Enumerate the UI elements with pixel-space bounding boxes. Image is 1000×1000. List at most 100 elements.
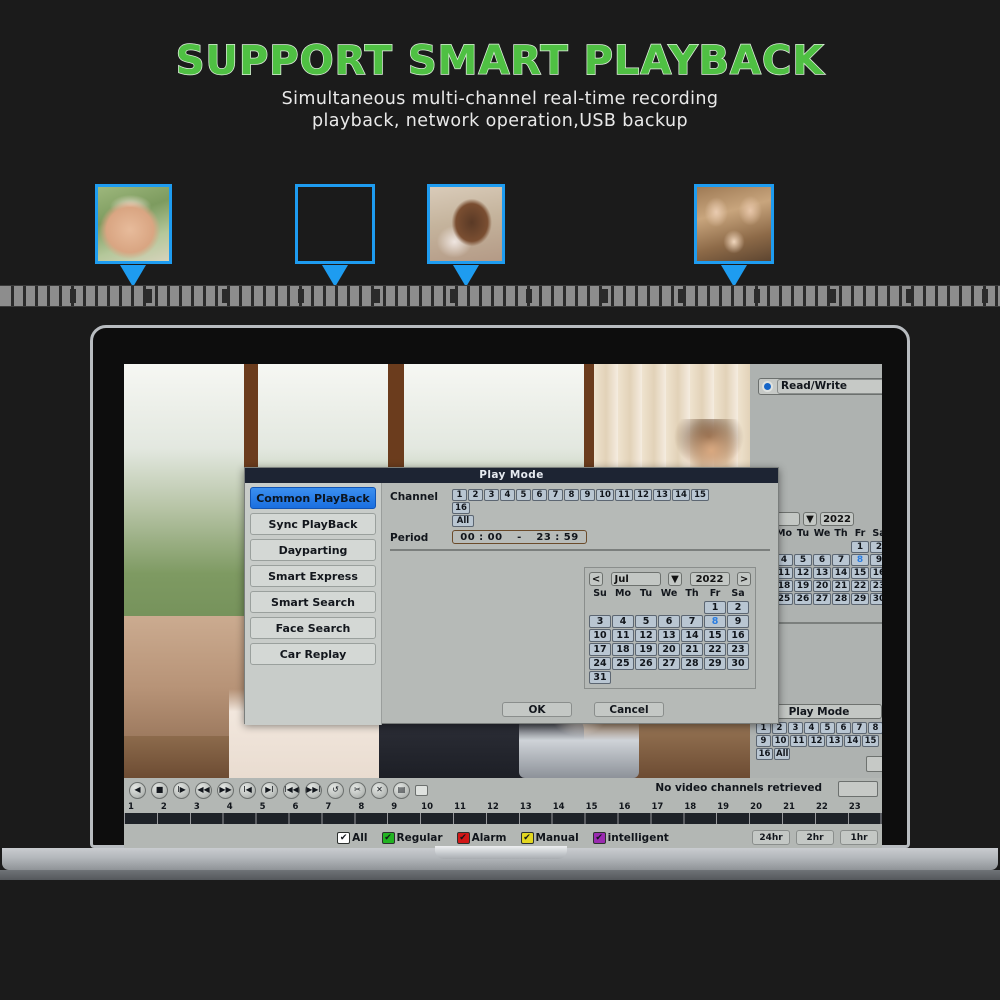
channel-button-10[interactable]: 10	[596, 489, 614, 501]
thumb-child-balloon[interactable]	[295, 184, 375, 264]
date-picker-day-10[interactable]: 10	[589, 629, 611, 642]
side-calendar-day-8[interactable]: 8	[851, 554, 869, 566]
prev-month-button[interactable]: <	[589, 572, 603, 586]
side-calendar-day-14[interactable]: 14	[832, 567, 850, 579]
side-calendar-day-27[interactable]: 27	[813, 593, 831, 605]
date-picker-day-16[interactable]: 16	[727, 629, 749, 642]
play-reverse-button[interactable]: ◀	[129, 781, 146, 799]
playback-mode-smart-search[interactable]: Smart Search	[250, 591, 376, 613]
date-picker-day-8[interactable]: 8	[704, 615, 726, 628]
legend-checkbox-manual[interactable]: ✔	[520, 832, 534, 844]
side-channel-button-8[interactable]: 8	[868, 722, 882, 734]
side-calendar-day-22[interactable]: 22	[851, 580, 869, 592]
side-channel-button-3[interactable]: 3	[788, 722, 803, 734]
legend-checkbox-all[interactable]: ✔	[337, 832, 351, 844]
legend-checkbox-intelligent[interactable]: ✔	[592, 832, 606, 844]
legend-item-intelligent[interactable]: ✔ intelligent	[592, 832, 669, 844]
next-frame-button[interactable]: ▶I	[261, 781, 278, 799]
rewind-button[interactable]: ◀◀	[195, 781, 212, 799]
date-picker-day-11[interactable]: 11	[612, 629, 634, 642]
thumb-elderly-man[interactable]	[95, 184, 172, 264]
channel-button-15[interactable]: 15	[691, 489, 709, 501]
side-calendar-day-6[interactable]: 6	[813, 554, 831, 566]
date-picker-day-30[interactable]: 30	[727, 657, 749, 670]
channel-button-11[interactable]: 11	[615, 489, 633, 501]
side-channel-all-button[interactable]: All	[774, 748, 791, 760]
channel-button-4[interactable]: 4	[500, 489, 515, 501]
side-channel-button-6[interactable]: 6	[836, 722, 851, 734]
month-dropdown-chevron-down-icon[interactable]: ▼	[668, 572, 682, 586]
side-calendar-day-30[interactable]: 30	[870, 593, 882, 605]
status-extra-box[interactable]	[838, 781, 878, 797]
timeline-track[interactable]	[124, 813, 882, 824]
date-picker-day-21[interactable]: 21	[681, 643, 703, 656]
side-channel-button-15[interactable]: 15	[862, 735, 879, 747]
channel-button-6[interactable]: 6	[532, 489, 547, 501]
period-input[interactable]: 00 : 00 - 23 : 59	[452, 530, 587, 544]
timeline-zoom-24hr[interactable]: 24hr	[752, 830, 790, 845]
previous-file-button[interactable]: I◀◀	[283, 781, 300, 799]
loop-button[interactable]: ↺	[327, 781, 344, 799]
channel-button-12[interactable]: 12	[634, 489, 652, 501]
date-picker-day-6[interactable]: 6	[658, 615, 680, 628]
side-calendar-day-19[interactable]: 19	[794, 580, 812, 592]
date-picker-day-5[interactable]: 5	[635, 615, 657, 628]
clip-button[interactable]: ✂	[349, 781, 366, 799]
side-calendar-year[interactable]: 2022	[820, 512, 854, 526]
fast-forward-button[interactable]: ▶▶	[217, 781, 234, 799]
date-picker-day-18[interactable]: 18	[612, 643, 634, 656]
channel-button-16[interactable]: 16	[452, 502, 470, 514]
side-calendar-day-21[interactable]: 21	[832, 580, 850, 592]
side-calendar-day-23[interactable]: 23	[870, 580, 882, 592]
next-month-button[interactable]: >	[737, 572, 751, 586]
channel-button-2[interactable]: 2	[468, 489, 483, 501]
channel-all-button[interactable]: All	[452, 515, 474, 527]
close-clip-button[interactable]: ✕	[371, 781, 388, 799]
side-channel-grid[interactable]: 1 2 3 4 5 6 7 8 9 10 11 12 13 14 15 16 All	[756, 722, 882, 760]
date-picker-month[interactable]: Jul	[610, 572, 661, 586]
date-picker-day-26[interactable]: 26	[635, 657, 657, 670]
side-calendar-day-2[interactable]: 2	[870, 541, 882, 553]
next-file-button[interactable]: ▶▶I	[305, 781, 322, 799]
thumb-girl-profile[interactable]	[427, 184, 505, 264]
date-picker-day-2[interactable]: 2	[727, 601, 749, 614]
playback-mode-smart-express[interactable]: Smart Express	[250, 565, 376, 587]
stop-button[interactable]: ■	[151, 781, 168, 799]
side-channel-button-16[interactable]: 16	[756, 748, 773, 760]
slow-forward-button[interactable]: I▶	[173, 781, 190, 799]
channel-button-7[interactable]: 7	[548, 489, 563, 501]
channel-button-9[interactable]: 9	[580, 489, 595, 501]
legend-item-regular[interactable]: ✔ Regular	[381, 832, 443, 844]
channel-button-1[interactable]: 1	[452, 489, 467, 501]
side-calendar-day-26[interactable]: 26	[794, 593, 812, 605]
date-picker-day-14[interactable]: 14	[681, 629, 703, 642]
date-picker-year[interactable]: 2022	[689, 572, 730, 586]
side-calendar-day-28[interactable]: 28	[832, 593, 850, 605]
channel-button-grid[interactable]: 1 2 3 4 5 6 7 8 9 10 11 12 13 14 15 16	[452, 489, 720, 514]
save-button[interactable]: ▤	[393, 781, 410, 799]
timeline[interactable]: 1 2 3 4 5 6 7 8 9 10 11 12 13 14 15 16 17 18 19 20 21 22 23	[124, 802, 882, 828]
side-channel-button-10[interactable]: 10	[772, 735, 789, 747]
legend-checkbox-regular[interactable]: ✔	[381, 832, 395, 844]
side-channel-button-12[interactable]: 12	[808, 735, 825, 747]
channel-button-8[interactable]: 8	[564, 489, 579, 501]
date-picker-day-1[interactable]: 1	[704, 601, 726, 614]
playback-mode-face-search[interactable]: Face Search	[250, 617, 376, 639]
side-calendar-day-5[interactable]: 5	[794, 554, 812, 566]
fullscreen-icon[interactable]	[415, 784, 428, 796]
playback-mode-car-replay[interactable]: Car Replay	[250, 643, 376, 665]
previous-frame-button[interactable]: I◀	[239, 781, 256, 799]
date-picker-day-13[interactable]: 13	[658, 629, 680, 642]
date-picker-day-31[interactable]: 31	[589, 671, 611, 684]
date-picker-day-4[interactable]: 4	[612, 615, 634, 628]
cancel-button[interactable]: Cancel	[594, 702, 664, 717]
side-channel-button-13[interactable]: 13	[826, 735, 843, 747]
date-picker-day-3[interactable]: 3	[589, 615, 611, 628]
legend-item-manual[interactable]: ✔ Manual	[520, 832, 579, 844]
side-play-mode-extra-box[interactable]	[866, 756, 882, 772]
ok-button[interactable]: OK	[502, 702, 572, 717]
channel-button-5[interactable]: 5	[516, 489, 531, 501]
date-picker-day-20[interactable]: 20	[658, 643, 680, 656]
date-picker-day-9[interactable]: 9	[727, 615, 749, 628]
date-picker-day-27[interactable]: 27	[658, 657, 680, 670]
